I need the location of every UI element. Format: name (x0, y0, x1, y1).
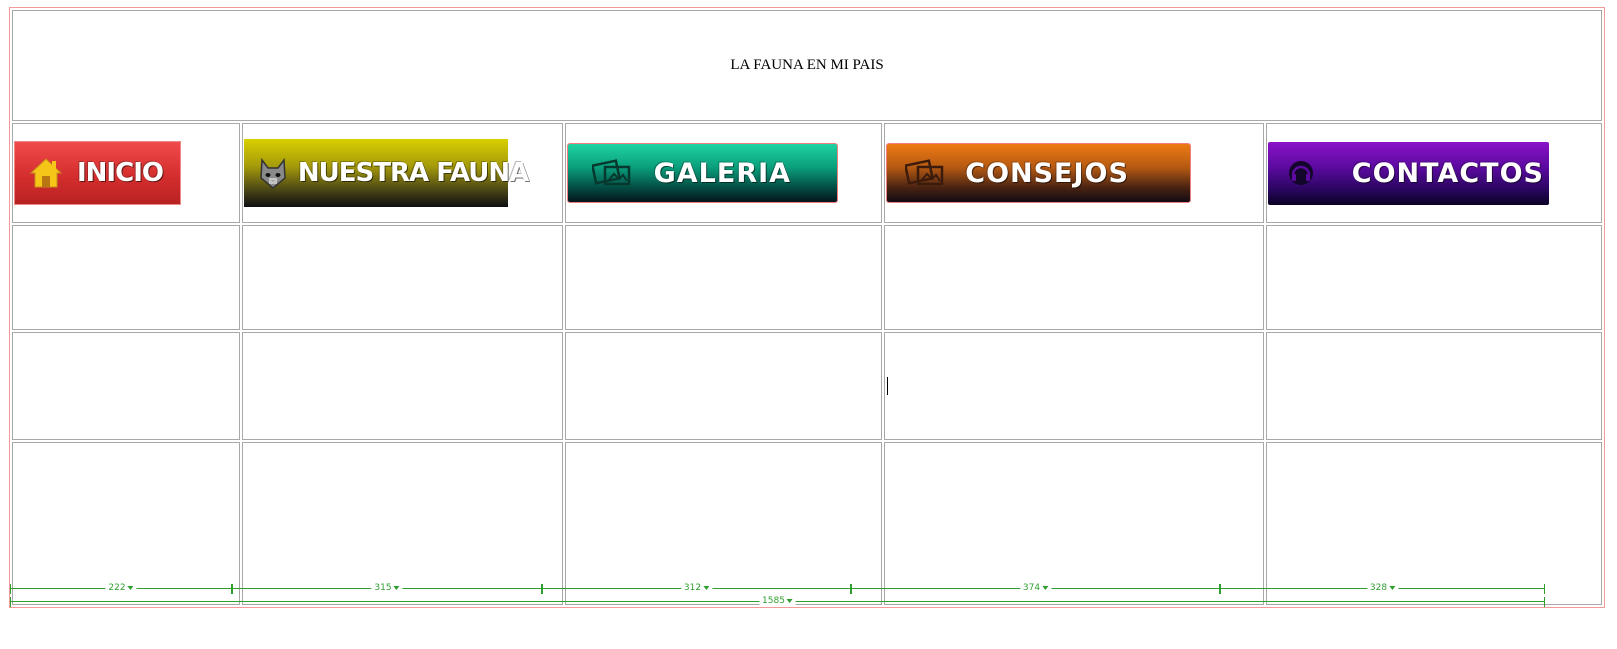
column-width-value: 222 (108, 583, 126, 593)
nav-cell-galeria[interactable]: GALERIA (564, 122, 883, 224)
table-cell[interactable] (884, 225, 1264, 331)
table-cell[interactable] (12, 225, 240, 331)
table-cell[interactable] (12, 441, 240, 605)
table-cell[interactable] (241, 441, 563, 605)
table-cell[interactable] (1265, 225, 1602, 331)
consejos-button-label: CONSEJOS (965, 157, 1129, 189)
table-cell[interactable] (564, 332, 883, 440)
page-title-cell[interactable]: LA FAUNA EN MI PAIS (12, 10, 1602, 121)
layout-table: LA FAUNA EN MI PAIS INICIO NUESTRA FAUNA… (10, 8, 1604, 607)
inicio-button-label: INICIO (77, 158, 164, 189)
table-cell[interactable] (241, 332, 563, 440)
nuestra-fauna-button[interactable]: NUESTRA FAUNA (243, 139, 529, 208)
photos-icon (591, 159, 632, 187)
table-cell[interactable] (564, 225, 883, 331)
editor-canvas: LA FAUNA EN MI PAIS INICIO NUESTRA FAUNA… (0, 0, 1617, 649)
headset-icon (1286, 158, 1316, 188)
table-width-value: 1585 (762, 596, 785, 606)
column-width-value: 315 (374, 583, 392, 593)
chevron-down-icon[interactable] (393, 585, 400, 590)
photos-icon (905, 159, 945, 187)
cat-icon (258, 156, 288, 190)
column-width-guide[interactable]: 374 (851, 583, 1220, 594)
table-cell[interactable] (12, 332, 240, 440)
nav-cell-contactos[interactable]: CONTACTOS (1265, 122, 1602, 224)
table-cell[interactable] (241, 225, 563, 331)
table-cell[interactable] (564, 441, 883, 605)
chevron-down-icon[interactable] (127, 585, 134, 590)
house-icon (29, 156, 63, 190)
nav-cell-consejos[interactable]: CONSEJOS (884, 122, 1264, 224)
galeria-button-label: GALERIA (653, 157, 792, 189)
table-cell[interactable] (884, 441, 1264, 605)
column-width-guide[interactable]: 312 (542, 583, 851, 594)
column-width-guide[interactable]: 315 (232, 583, 542, 594)
table-cell-active[interactable] (884, 332, 1264, 440)
column-width-value: 312 (683, 583, 702, 593)
contactos-button[interactable]: CONTACTOS (1267, 141, 1549, 205)
nav-cell-inicio[interactable]: INICIO (12, 122, 240, 224)
column-width-value: 328 (1369, 583, 1388, 593)
inicio-button[interactable]: INICIO (14, 141, 181, 206)
column-width-guide[interactable]: 328 (1220, 583, 1545, 594)
contactos-button-label: CONTACTOS (1351, 157, 1544, 189)
table-cell[interactable] (1265, 441, 1602, 605)
galeria-button[interactable]: GALERIA (566, 143, 838, 204)
table-width-guide[interactable]: 1585 (10, 596, 1545, 607)
chevron-down-icon[interactable] (786, 598, 793, 603)
table-cell[interactable] (1265, 332, 1602, 440)
consejos-button[interactable]: CONSEJOS (886, 143, 1192, 204)
text-cursor (887, 377, 889, 396)
chevron-down-icon[interactable] (703, 585, 710, 590)
column-width-value: 374 (1022, 583, 1041, 593)
nuestra-fauna-button-label: NUESTRA FAUNA (297, 158, 529, 189)
chevron-down-icon[interactable] (1389, 585, 1396, 590)
column-width-guide[interactable]: 222 (10, 583, 232, 594)
chevron-down-icon[interactable] (1042, 585, 1049, 590)
page-title: LA FAUNA EN MI PAIS (730, 56, 884, 73)
nav-cell-nuestra-fauna[interactable]: NUESTRA FAUNA (241, 122, 563, 224)
